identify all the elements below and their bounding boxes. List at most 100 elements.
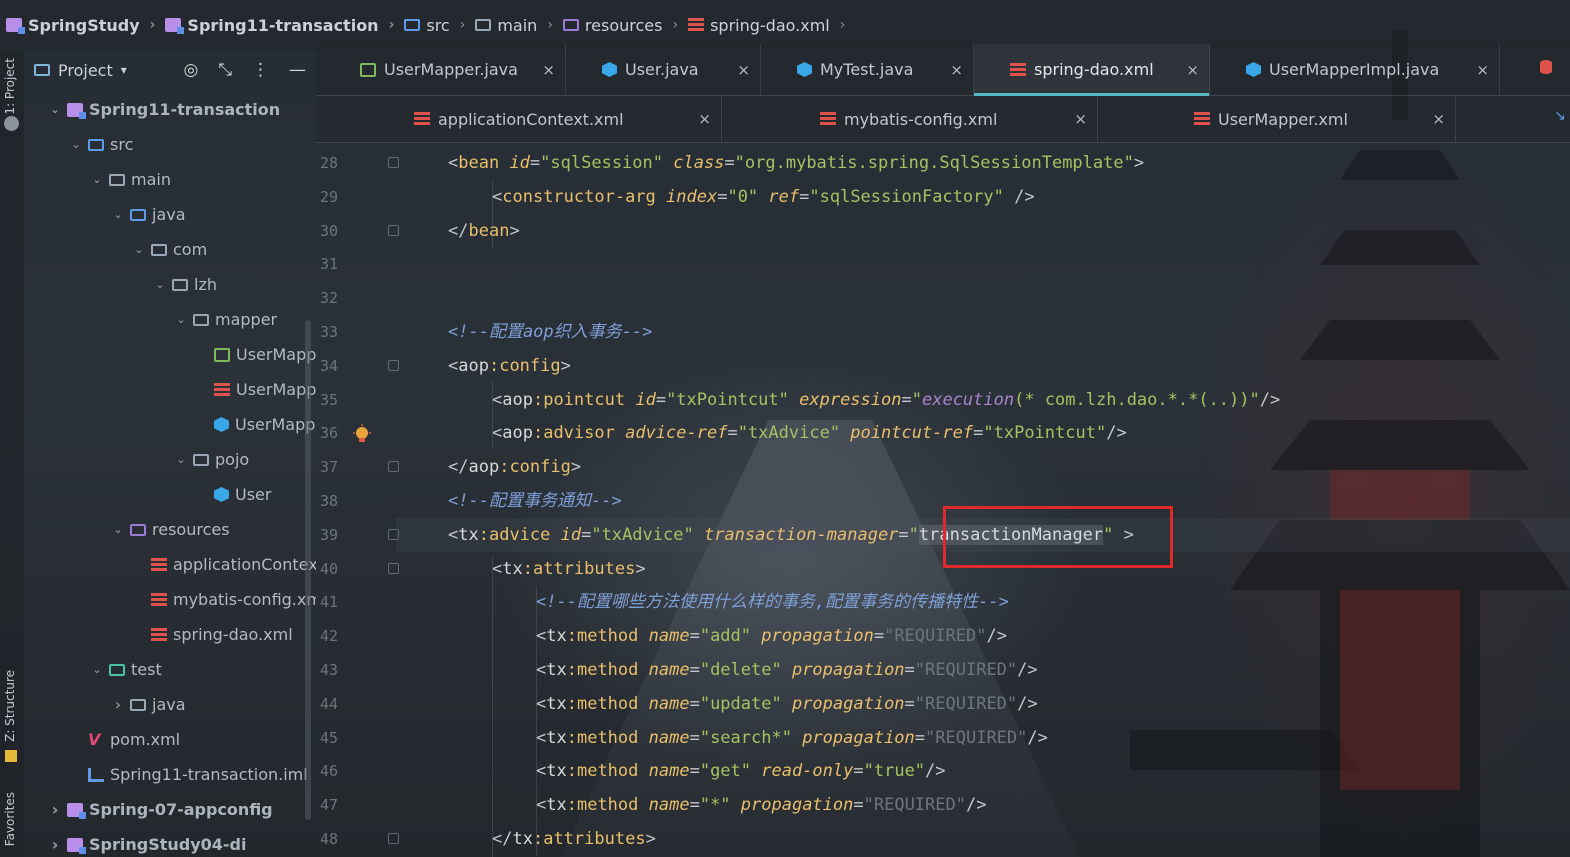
collapse-all-icon[interactable]: ⤡: [218, 60, 232, 80]
options-menu-icon[interactable]: ⋮: [252, 60, 269, 80]
code-token: </: [448, 457, 469, 478]
tree-item[interactable]: mybatis-config.xm: [133, 582, 316, 617]
editor-tab[interactable]: UserMapper.xml ×: [1098, 96, 1456, 142]
code-token: <: [536, 660, 547, 680]
editor-tab[interactable]: UserMapperImpl.java ×: [1210, 44, 1500, 95]
xml-file-icon: [688, 18, 705, 32]
close-icon[interactable]: ×: [737, 61, 750, 79]
tree-item[interactable]: spring-dao.xml: [133, 617, 293, 652]
tree-item-label: java: [152, 205, 186, 224]
chevron-right-icon: ›: [672, 17, 679, 33]
tree-item[interactable]: ⌄ com: [133, 232, 207, 267]
tab-overflow-icon[interactable]: ↘: [1554, 108, 1566, 124]
tree-item[interactable]: ⌄ resources: [112, 512, 229, 547]
project-tree-scrollbar[interactable]: [305, 320, 311, 820]
chevron-down-icon[interactable]: ⌄: [133, 243, 145, 256]
tree-item[interactable]: ⌄ test: [91, 652, 161, 687]
tree-item-label: User: [235, 485, 272, 504]
breadcrumb-item[interactable]: main ›: [475, 16, 557, 35]
fold-marker-icon[interactable]: [388, 157, 399, 168]
tree-item-label: applicationContext: [173, 555, 316, 574]
project-tool-window-button[interactable]: 1: Project: [3, 58, 17, 115]
close-icon[interactable]: ×: [542, 61, 555, 79]
tree-item[interactable]: UserMapp: [196, 372, 316, 407]
tree-item[interactable]: › Spring-07-appconfig: [49, 792, 273, 827]
tree-item[interactable]: ⌄ java: [112, 197, 186, 232]
fold-marker-icon[interactable]: [388, 224, 399, 236]
chevron-down-icon[interactable]: ⌄: [112, 208, 124, 221]
database-icon[interactable]: [1540, 60, 1552, 74]
tree-item-label: UserMapp: [236, 345, 316, 364]
breadcrumb-item[interactable]: src ›: [404, 16, 469, 35]
code-line: <aop:config>: [448, 349, 571, 383]
code-token: =: [724, 153, 735, 173]
chevron-down-icon[interactable]: ⌄: [175, 453, 187, 466]
locate-file-icon[interactable]: ◎: [184, 60, 199, 80]
chevron-down-icon[interactable]: ⌄: [49, 103, 61, 116]
code-token: tx: [502, 558, 523, 579]
structure-tool-window-button[interactable]: Z: Structure: [3, 670, 17, 742]
breadcrumb-item[interactable]: spring-dao.xml ›: [688, 16, 849, 35]
tree-item[interactable]: UserMapp: [196, 407, 315, 442]
editor-tab[interactable]: spring-dao.xml ×: [974, 44, 1210, 96]
editor-tab[interactable]: User.java ×: [566, 44, 761, 95]
chevron-right-icon[interactable]: ›: [112, 695, 124, 714]
editor-tab[interactable]: mybatis-config.xml ×: [722, 96, 1098, 142]
close-icon[interactable]: ×: [698, 110, 711, 128]
editor-tab[interactable]: applicationContext.xml ×: [316, 96, 722, 142]
tree-item[interactable]: ⌄ pojo: [175, 442, 249, 477]
code-token: :method: [566, 660, 649, 680]
tree-item[interactable]: UserMapp: [196, 337, 316, 372]
tree-item[interactable]: Vpom.xml: [70, 722, 180, 757]
breadcrumb-item[interactable]: SpringStudy ›: [6, 16, 159, 35]
favorites-tool-window-button[interactable]: Favorites: [3, 792, 17, 846]
learn-icon[interactable]: [4, 116, 19, 131]
chevron-down-icon[interactable]: ⌄: [154, 278, 166, 291]
intention-bulb-icon[interactable]: [352, 424, 372, 444]
chevron-right-icon: ›: [547, 17, 553, 33]
chevron-right-icon[interactable]: ›: [49, 800, 61, 819]
close-icon[interactable]: ×: [1186, 61, 1199, 79]
fold-marker-icon[interactable]: [388, 833, 399, 844]
chevron-right-icon[interactable]: ›: [49, 835, 61, 854]
fold-marker-icon[interactable]: [388, 359, 399, 371]
tree-item[interactable]: Spring11-transaction.iml: [70, 757, 308, 792]
chevron-down-icon[interactable]: ⌄: [91, 663, 103, 676]
folder-icon: [151, 243, 167, 256]
chevron-right-icon: ›: [459, 17, 466, 33]
close-icon[interactable]: ×: [1074, 110, 1087, 128]
tree-item[interactable]: ⌄ mapper: [175, 302, 277, 337]
close-icon[interactable]: ×: [1476, 61, 1489, 79]
hide-panel-icon[interactable]: —: [289, 60, 306, 80]
editor-tab[interactable]: UserMapper.java ×: [316, 44, 566, 95]
editor-tab-label: applicationContext.xml: [438, 109, 624, 129]
tree-item[interactable]: › java: [112, 687, 186, 722]
breadcrumb-item[interactable]: Spring11-transaction ›: [165, 16, 398, 35]
tree-item[interactable]: › SpringStudy04-di: [49, 827, 247, 857]
chevron-down-icon[interactable]: ⌄: [112, 523, 124, 536]
code-line: <!--配置哪些方法使用什么样的事务,配置事务的传播特性-->: [536, 585, 1009, 619]
code-editor[interactable]: 28 29 30 31 32 33 34 35 36 37 38 39 40 41 42 43 44 45 46 47…: [316, 146, 1570, 857]
project-view-selector[interactable]: Project ▾: [34, 61, 127, 80]
resources-folder-icon: [562, 19, 579, 31]
tree-item[interactable]: applicationContext: [133, 547, 316, 582]
breadcrumb-item[interactable]: resources ›: [562, 16, 682, 35]
fold-marker-icon[interactable]: [388, 562, 399, 574]
code-token: =: [689, 727, 700, 748]
chevron-down-icon[interactable]: ⌄: [91, 173, 103, 186]
tree-item[interactable]: ⌄ src: [70, 127, 133, 162]
tree-item[interactable]: User: [196, 477, 271, 512]
chevron-down-icon[interactable]: ⌄: [70, 138, 82, 151]
test-folder-icon: [109, 663, 125, 676]
tree-item[interactable]: ⌄ Spring11-transaction: [49, 92, 280, 127]
close-icon[interactable]: ×: [950, 61, 963, 79]
chevron-down-icon[interactable]: ⌄: [175, 313, 187, 326]
editor-tab[interactable]: MyTest.java ×: [761, 44, 974, 95]
code-token: :advisor: [532, 423, 626, 444]
tree-item[interactable]: ⌄ lzh: [154, 267, 217, 302]
close-icon[interactable]: ×: [1432, 110, 1445, 128]
chevron-right-icon: ›: [388, 17, 395, 33]
code-token: class: [673, 153, 725, 173]
fold-marker-icon[interactable]: [388, 461, 399, 473]
tree-item[interactable]: ⌄ main: [91, 162, 171, 197]
